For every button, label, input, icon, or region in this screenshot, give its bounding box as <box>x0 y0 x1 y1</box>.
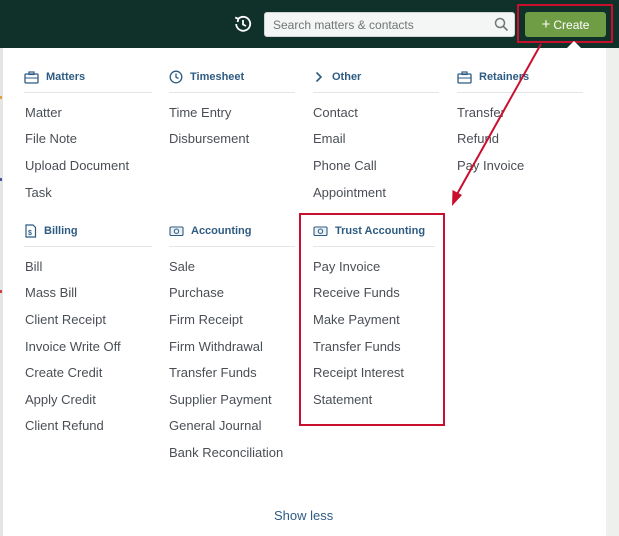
menu-item-client-receipt[interactable]: Client Receipt <box>25 312 106 327</box>
menu-item-firm-receipt[interactable]: Firm Receipt <box>169 312 243 327</box>
search-box[interactable] <box>264 12 515 37</box>
menu-item-create-credit[interactable]: Create Credit <box>25 365 102 380</box>
menu-item-task[interactable]: Task <box>25 185 52 200</box>
menu-caret <box>566 41 582 49</box>
chevron-right-icon <box>315 71 323 83</box>
menu-item-phone-call[interactable]: Phone Call <box>313 158 377 173</box>
menu-item-transfer[interactable]: Transfer <box>457 105 505 120</box>
menu-item-transfer-funds[interactable]: Transfer Funds <box>169 365 257 380</box>
heading-billing: $ Billing <box>24 224 152 247</box>
heading-retainers: Retainers <box>457 70 583 93</box>
menu-item-email[interactable]: Email <box>313 131 346 146</box>
menu-item-refund[interactable]: Refund <box>457 131 499 146</box>
menu-item-apply-credit[interactable]: Apply Credit <box>25 392 96 407</box>
menu-item-bill[interactable]: Bill <box>25 259 42 274</box>
menu-item-retainer-pay-invoice[interactable]: Pay Invoice <box>457 158 524 173</box>
search-input[interactable] <box>265 13 493 36</box>
menu-item-general-journal[interactable]: General Journal <box>169 418 262 433</box>
menu-item-purchase[interactable]: Purchase <box>169 285 224 300</box>
menu-item-file-note[interactable]: File Note <box>25 131 77 146</box>
menu-item-client-refund[interactable]: Client Refund <box>25 418 104 433</box>
menu-item-matter[interactable]: Matter <box>25 105 62 120</box>
menu-item-mass-bill[interactable]: Mass Bill <box>25 285 77 300</box>
invoice-icon: $ <box>25 224 37 238</box>
search-icon[interactable] <box>494 17 509 32</box>
menu-item-disbursement[interactable]: Disbursement <box>169 131 249 146</box>
heading-other: Other <box>313 70 439 93</box>
clock-icon <box>169 70 183 84</box>
edge-mark <box>0 96 2 99</box>
briefcase-icon <box>24 70 39 84</box>
menu-item-contact[interactable]: Contact <box>313 105 358 120</box>
menu-item-supplier-payment[interactable]: Supplier Payment <box>169 392 272 407</box>
history-icon[interactable] <box>232 13 254 35</box>
menu-item-time-entry[interactable]: Time Entry <box>169 105 231 120</box>
menu-item-upload-document[interactable]: Upload Document <box>25 158 129 173</box>
menu-item-bank-reconciliation[interactable]: Bank Reconciliation <box>169 445 283 460</box>
banknote-icon <box>169 226 184 237</box>
menu-item-appointment[interactable]: Appointment <box>313 185 386 200</box>
heading-matters: Matters <box>24 70 152 93</box>
briefcase-icon <box>457 70 472 84</box>
create-button-highlight <box>517 4 613 43</box>
edge-mark <box>0 178 2 181</box>
show-less-link[interactable]: Show less <box>274 508 333 523</box>
menu-item-firm-withdrawal[interactable]: Firm Withdrawal <box>169 339 263 354</box>
heading-accounting: Accounting <box>169 224 295 247</box>
svg-text:$: $ <box>28 230 32 237</box>
menu-item-sale[interactable]: Sale <box>169 259 195 274</box>
trust-accounting-highlight <box>299 213 445 426</box>
menu-item-invoice-write-off[interactable]: Invoice Write Off <box>25 339 121 354</box>
edge-mark <box>0 290 2 293</box>
heading-timesheet: Timesheet <box>169 70 295 93</box>
